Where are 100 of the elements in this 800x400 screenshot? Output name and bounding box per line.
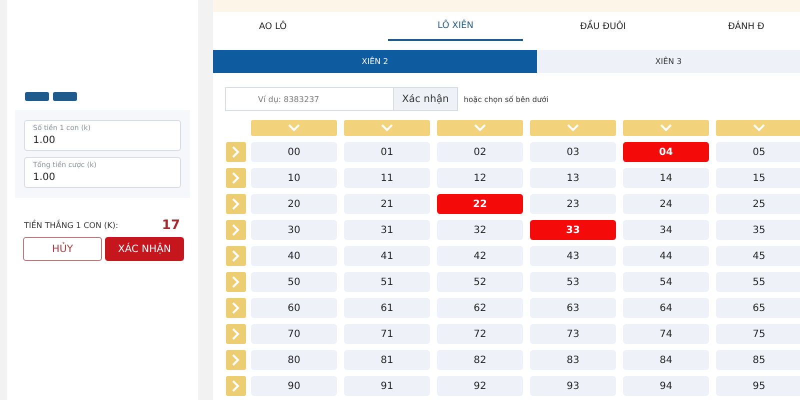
number-cell[interactable]: 35 [716,220,800,240]
number-cell[interactable]: 90 [251,376,337,396]
number-cell[interactable]: 33 [530,220,616,240]
column-select-button[interactable] [716,120,800,136]
number-cell[interactable]: 70 [251,324,337,344]
number-cell[interactable]: 43 [530,246,616,266]
number-cell[interactable]: 61 [344,298,430,318]
number-cell[interactable]: 65 [716,298,800,318]
number-cell[interactable]: 84 [623,350,709,370]
number-cell[interactable]: 12 [437,168,523,188]
chevron-down-icon [753,124,765,132]
row-select-button[interactable] [226,350,246,370]
chevron-down-icon [660,124,672,132]
row-select-button[interactable] [226,142,246,162]
number-cell[interactable]: 83 [530,350,616,370]
number-cell[interactable]: 71 [344,324,430,344]
number-cell[interactable]: 63 [530,298,616,318]
number-cell[interactable]: 25 [716,194,800,214]
number-cell[interactable]: 24 [623,194,709,214]
number-cell[interactable]: 94 [623,376,709,396]
number-cell[interactable]: 40 [251,246,337,266]
number-cell[interactable]: 00 [251,142,337,162]
small-button[interactable] [53,92,77,101]
number-cell[interactable]: 53 [530,272,616,292]
sub-tab[interactable]: XIÊN 2 [213,50,537,73]
number-cell[interactable]: 73 [530,324,616,344]
number-cell[interactable]: 22 [437,194,523,214]
number-cell[interactable]: 75 [716,324,800,344]
number-cell[interactable]: 11 [344,168,430,188]
number-cell[interactable]: 52 [437,272,523,292]
number-cell[interactable]: 15 [716,168,800,188]
number-cell[interactable]: 05 [716,142,800,162]
number-cell[interactable]: 02 [437,142,523,162]
row-select-button[interactable] [226,220,246,240]
row-select-button[interactable] [226,168,246,188]
number-cell[interactable]: 85 [716,350,800,370]
field-value: 1.00 [33,135,56,146]
chevron-right-icon [232,380,240,392]
number-cell[interactable]: 82 [437,350,523,370]
number-cell[interactable]: 21 [344,194,430,214]
cancel-button[interactable]: HỦY [23,237,102,261]
number-cell[interactable]: 92 [437,376,523,396]
row-select-button[interactable] [226,298,246,318]
number-cell[interactable]: 10 [251,168,337,188]
number-cell[interactable]: 51 [344,272,430,292]
column-select-button[interactable] [251,120,337,136]
number-cell[interactable]: 54 [623,272,709,292]
number-cell[interactable]: 74 [623,324,709,344]
number-cell[interactable]: 80 [251,350,337,370]
number-cell[interactable]: 01 [344,142,430,162]
number-cell[interactable]: 44 [623,246,709,266]
chevron-right-icon [232,172,240,184]
confirm-button[interactable]: XÁC NHẬN [105,237,184,261]
row-select-button[interactable] [226,194,246,214]
number-cell[interactable]: 72 [437,324,523,344]
number-cell[interactable]: 23 [530,194,616,214]
row-select-button[interactable] [226,324,246,344]
number-cell[interactable]: 03 [530,142,616,162]
chevron-right-icon [232,146,240,158]
sub-tab[interactable]: XIÊN 3 [537,50,800,73]
chevron-right-icon [232,328,240,340]
number-cell[interactable]: 91 [344,376,430,396]
chevron-right-icon [232,302,240,314]
number-cell[interactable]: 55 [716,272,800,292]
number-cell[interactable]: 45 [716,246,800,266]
number-cell[interactable]: 30 [251,220,337,240]
row-select-button[interactable] [226,272,246,292]
number-cell[interactable]: 31 [344,220,430,240]
number-cell[interactable]: 62 [437,298,523,318]
win-amount: 17 [162,218,180,233]
number-cell[interactable]: 34 [623,220,709,240]
number-cell[interactable]: 93 [530,376,616,396]
number-cell[interactable]: 41 [344,246,430,266]
number-cell[interactable]: 64 [623,298,709,318]
column-select-button[interactable] [623,120,709,136]
number-input[interactable]: Ví dụ: 8383237 [225,87,393,111]
chevron-down-icon [567,124,579,132]
column-select-button[interactable] [344,120,430,136]
win-label: TIỀN THẮNG 1 CON (K): [24,221,118,230]
field-value: 1.00 [33,172,56,183]
chevron-down-icon [381,124,393,132]
number-cell[interactable]: 60 [251,298,337,318]
number-cell[interactable]: 14 [623,168,709,188]
chevron-down-icon [474,124,486,132]
chevron-right-icon [232,276,240,288]
number-cell[interactable]: 81 [344,350,430,370]
number-cell[interactable]: 50 [251,272,337,292]
small-button[interactable] [25,92,49,101]
chevron-right-icon [232,198,240,210]
number-cell[interactable]: 20 [251,194,337,214]
row-select-button[interactable] [226,246,246,266]
number-cell[interactable]: 95 [716,376,800,396]
submit-button[interactable]: Xác nhận [393,87,458,111]
number-cell[interactable]: 13 [530,168,616,188]
number-cell[interactable]: 42 [437,246,523,266]
number-cell[interactable]: 32 [437,220,523,240]
column-select-button[interactable] [530,120,616,136]
row-select-button[interactable] [226,376,246,396]
number-cell[interactable]: 04 [623,142,709,162]
column-select-button[interactable] [437,120,523,136]
